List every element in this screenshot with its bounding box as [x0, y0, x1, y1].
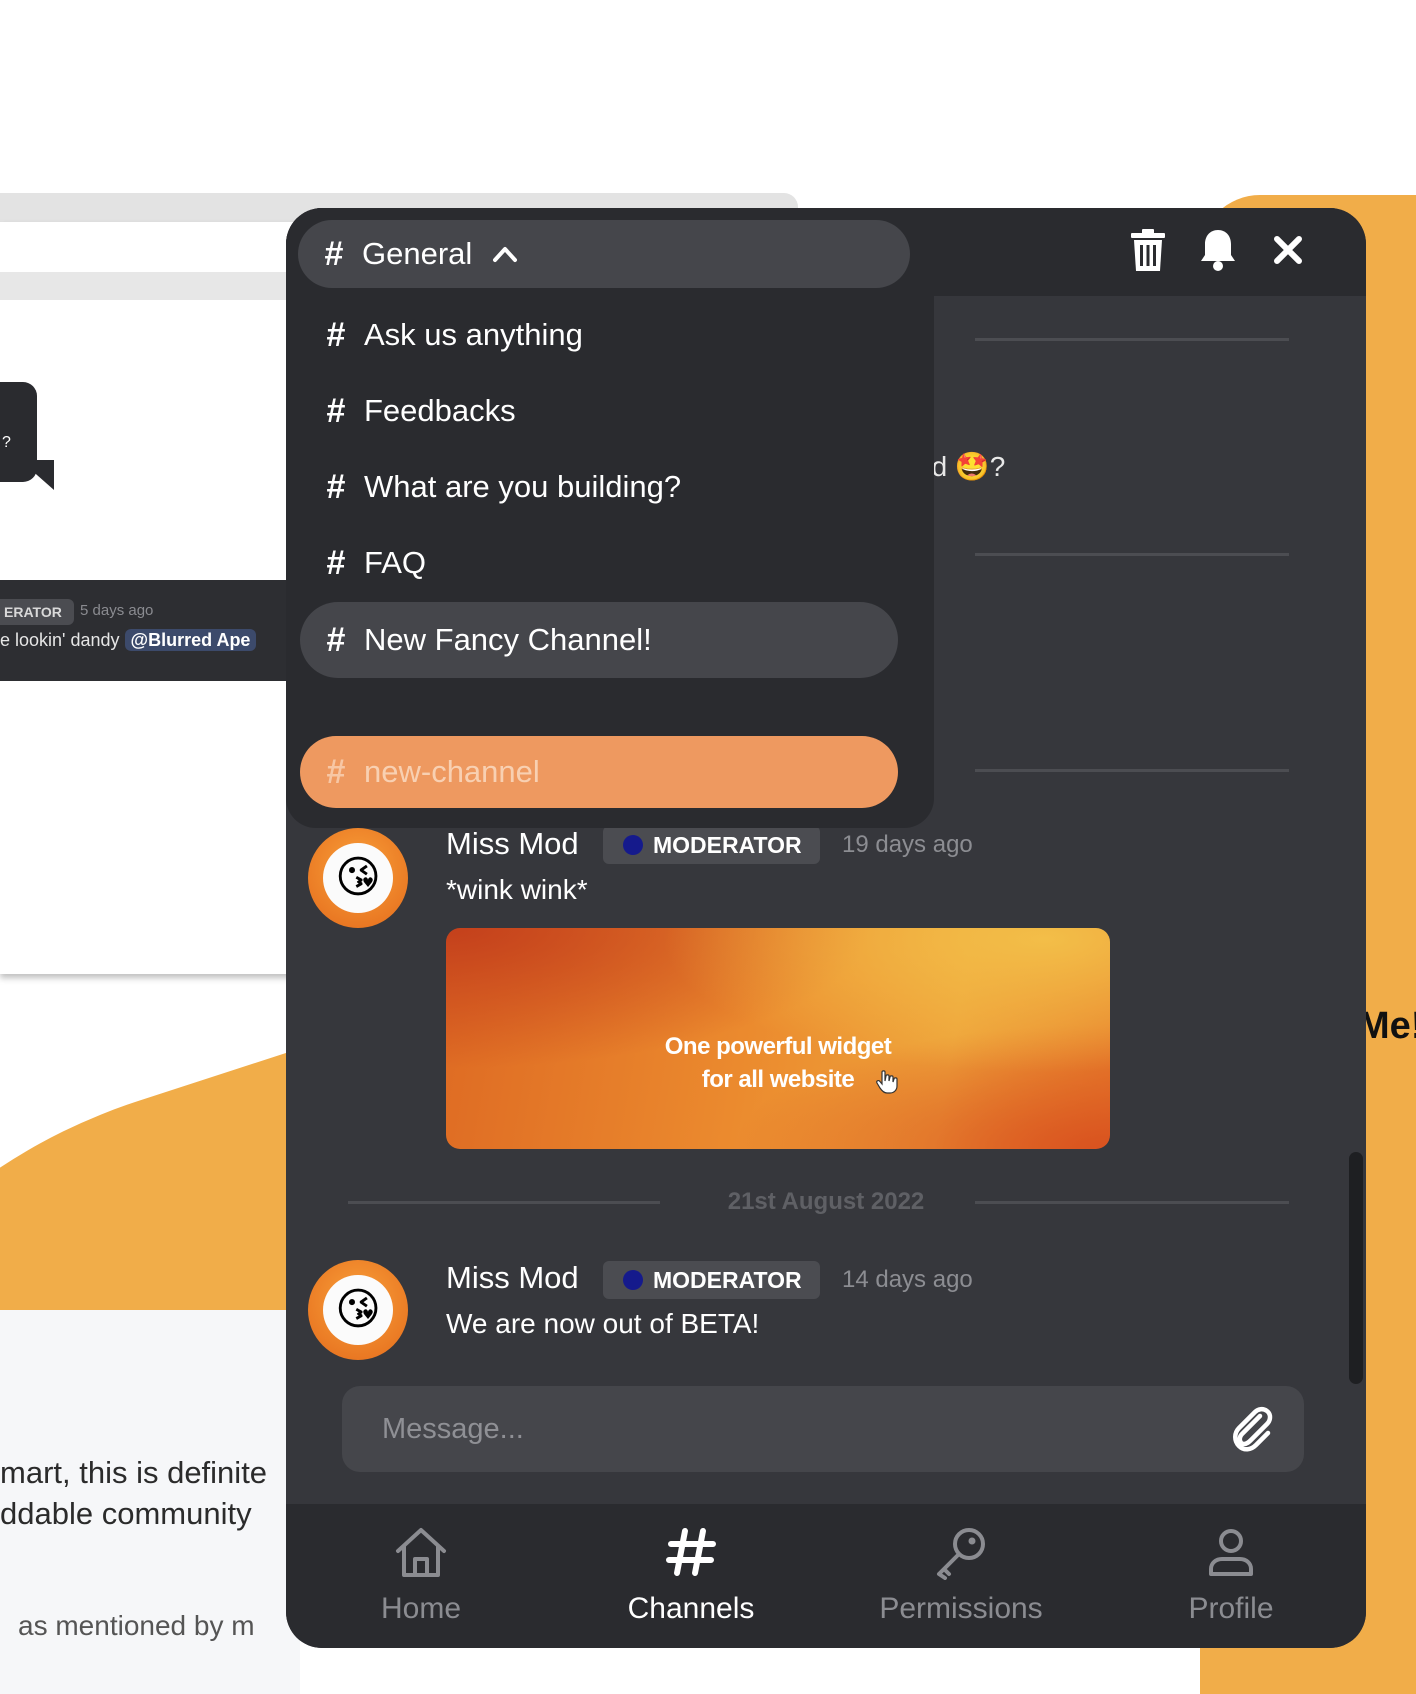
avatar[interactable]: 😘	[308, 1260, 408, 1360]
avatar[interactable]: 😘	[308, 828, 408, 928]
background-right-text: Me!	[1358, 1005, 1416, 1047]
moderator-badge-label: MODERATOR	[653, 831, 802, 858]
message-text: *wink wink*	[446, 874, 588, 905]
channel-item-ask-us-anything[interactable]: # Ask us anything	[300, 300, 898, 370]
bell-icon[interactable]	[1194, 226, 1242, 274]
nav-item-channels[interactable]: Channels	[556, 1504, 826, 1648]
channel-label: FAQ	[364, 545, 427, 580]
channel-item-feedbacks[interactable]: # Feedbacks	[300, 376, 898, 446]
user-icon	[1201, 1522, 1261, 1582]
image-text-line-2: for all website	[701, 1066, 855, 1093]
channel-label: Ask us anything	[364, 317, 583, 352]
moderator-badge-label: MODERATOR	[653, 1266, 802, 1293]
channel-item-new-fancy-channel[interactable]: # New Fancy Channel!	[300, 602, 898, 678]
background-chat-bubble-tail	[20, 460, 54, 490]
scrollbar-thumb[interactable]	[1349, 1152, 1363, 1384]
chevron-up-icon	[492, 245, 518, 263]
channel-label: Feedbacks	[364, 393, 516, 428]
new-channel-field: #	[300, 736, 898, 808]
image-text-line-1: One powerful widget	[664, 1033, 892, 1060]
key-icon	[931, 1522, 991, 1582]
channel-label: What are you building?	[364, 469, 682, 504]
nav-label-permissions: Permissions	[879, 1592, 1043, 1625]
message-image[interactable]: One powerful widget for all website	[446, 928, 1110, 1149]
hash-icon: #	[326, 467, 346, 506]
hash-icon	[661, 1522, 721, 1582]
message-text: We are now out of BETA!	[446, 1308, 760, 1339]
message-timestamp: 14 days ago	[842, 1266, 973, 1293]
background-card-strip	[0, 272, 300, 300]
hash-icon: #	[326, 752, 346, 791]
nav-label-profile: Profile	[1188, 1592, 1274, 1625]
nav-item-permissions[interactable]: Permissions	[826, 1504, 1096, 1648]
channel-selector-current[interactable]: # General	[298, 220, 910, 288]
paperclip-icon[interactable]	[1226, 1404, 1278, 1456]
moderator-dot-icon	[623, 835, 643, 855]
channel-item-faq[interactable]: # FAQ	[300, 528, 898, 598]
background-mention: @Blurred Ape	[124, 629, 257, 651]
hash-icon: #	[324, 234, 344, 273]
avatar-emoji: 😘	[323, 843, 393, 913]
divider-line	[975, 769, 1289, 772]
close-icon[interactable]	[1264, 226, 1312, 274]
message-author[interactable]: Miss Mod	[446, 826, 579, 862]
message-input[interactable]	[382, 1408, 1202, 1450]
trash-icon[interactable]	[1124, 226, 1172, 274]
nav-label-home: Home	[380, 1592, 462, 1625]
background-bubble-text: ?	[2, 434, 11, 451]
pointer-cursor-icon	[876, 1070, 898, 1099]
background-message-text: e lookin' dandy @Blurred Ape	[0, 629, 257, 651]
divider-line	[975, 338, 1289, 341]
divider-line	[975, 553, 1289, 556]
nav-item-home[interactable]: Home	[286, 1504, 556, 1648]
new-channel-input[interactable]	[364, 754, 864, 790]
channel-dropdown: # General # Ask us anything # Feedbacks …	[286, 208, 934, 828]
hash-icon: #	[326, 543, 346, 582]
message-timestamp: 19 days ago	[842, 831, 973, 858]
message-composer	[342, 1386, 1304, 1472]
nav-item-profile[interactable]: Profile	[1096, 1504, 1366, 1648]
date-separator: 21st August 2022	[727, 1188, 925, 1215]
nav-label-channels: Channels	[627, 1592, 755, 1625]
background-message-time: 5 days ago	[80, 602, 154, 619]
moderator-dot-icon	[623, 1270, 643, 1290]
hash-icon: #	[326, 620, 346, 659]
background-text-line-2: ddable community	[0, 1496, 252, 1531]
message-author[interactable]: Miss Mod	[446, 1260, 579, 1296]
channel-item-what-are-you-building[interactable]: # What are you building?	[300, 452, 898, 522]
hash-icon: #	[326, 315, 346, 354]
channel-label: New Fancy Channel!	[364, 622, 652, 657]
home-icon	[391, 1522, 451, 1582]
moderator-badge: MODERATOR	[603, 1261, 820, 1299]
background-moderator-badge: ERATOR	[0, 599, 74, 625]
background-text-line-3: as mentioned by m	[18, 1610, 255, 1641]
background-message-body: e lookin' dandy	[0, 630, 120, 650]
avatar-emoji: 😘	[323, 1275, 393, 1345]
bottom-navigation: Home Channels Permissions Profile	[286, 1504, 1366, 1648]
current-channel-label: General	[362, 236, 473, 271]
background-text-line-1: mart, this is definite	[0, 1455, 268, 1490]
hash-icon: #	[326, 391, 346, 430]
moderator-badge: MODERATOR	[603, 826, 820, 864]
